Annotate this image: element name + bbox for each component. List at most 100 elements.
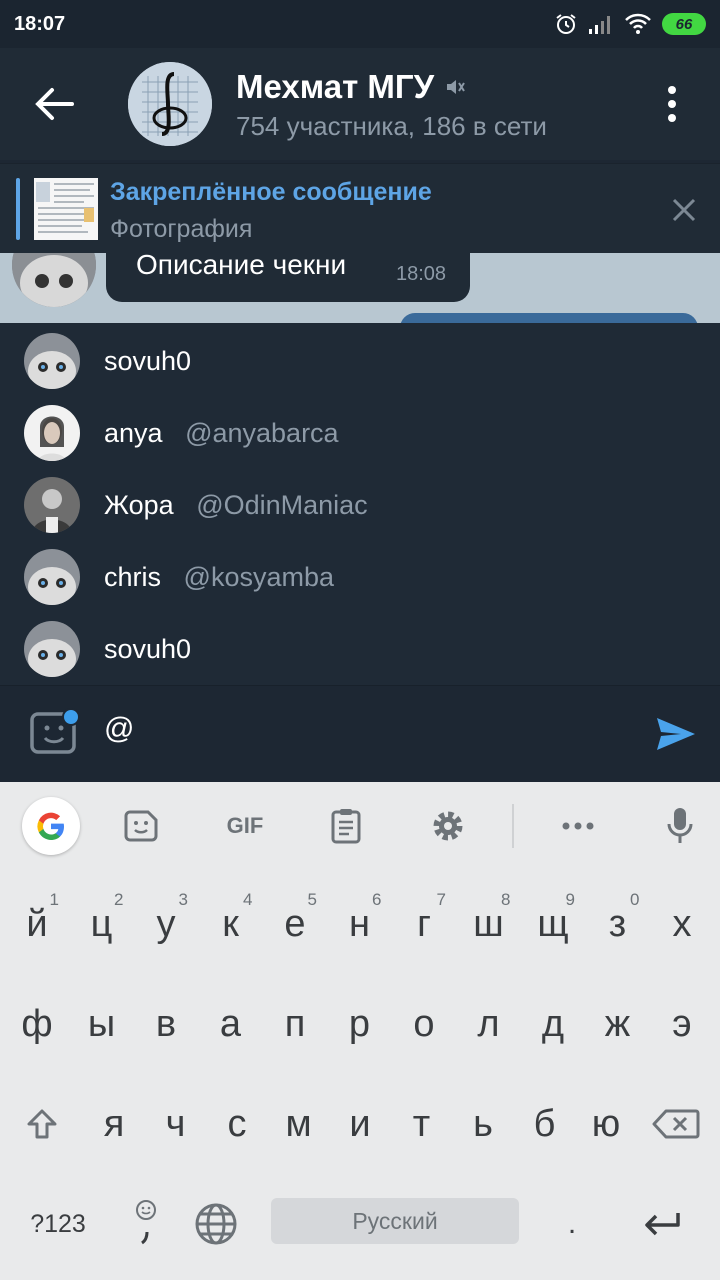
globe-icon[interactable] bbox=[184, 1174, 248, 1274]
key[interactable]: б bbox=[513, 1074, 577, 1174]
mention-name: anya @anyabarca bbox=[104, 417, 339, 448]
key-row-1: й1ц2у3к4е5н6г7ш8щ9з0х bbox=[0, 874, 720, 974]
send-icon[interactable] bbox=[654, 712, 698, 756]
key[interactable]: щ9 bbox=[521, 874, 585, 974]
group-avatar[interactable] bbox=[128, 62, 212, 146]
key[interactable]: з0 bbox=[586, 874, 650, 974]
space-key[interactable]: Русский bbox=[271, 1198, 519, 1244]
user-avatar bbox=[24, 621, 80, 677]
microphone-icon[interactable] bbox=[658, 804, 702, 848]
key-label: н bbox=[349, 902, 370, 945]
pinned-text: Фотография bbox=[110, 215, 253, 243]
shift-key[interactable] bbox=[10, 1074, 74, 1174]
key-hint: 7 bbox=[436, 890, 446, 909]
key[interactable]: р bbox=[328, 974, 392, 1074]
key-label: щ bbox=[537, 902, 569, 945]
pinned-title: Закреплённое сообщение bbox=[110, 178, 432, 206]
key[interactable]: ц2 bbox=[70, 874, 134, 974]
wifi-icon bbox=[625, 13, 651, 34]
battery-icon: 66 bbox=[662, 13, 706, 35]
pinned-thumbnail bbox=[34, 178, 98, 240]
key[interactable]: е5 bbox=[263, 874, 327, 974]
backspace-key[interactable] bbox=[644, 1074, 708, 1174]
key[interactable]: м bbox=[267, 1074, 331, 1174]
more-vertical-icon[interactable] bbox=[650, 82, 694, 126]
key[interactable]: л bbox=[457, 974, 521, 1074]
emoji-comma-key[interactable] bbox=[114, 1174, 178, 1274]
sender-avatar[interactable] bbox=[12, 253, 96, 307]
message-input[interactable]: @ bbox=[104, 712, 134, 746]
key-hint: 4 bbox=[243, 890, 253, 909]
key[interactable]: ш8 bbox=[457, 874, 521, 974]
period-key[interactable]: . bbox=[540, 1174, 604, 1274]
key[interactable]: т bbox=[390, 1074, 454, 1174]
user-avatar bbox=[24, 549, 80, 605]
pinned-message[interactable]: Закреплённое сообщение Фотография bbox=[0, 163, 720, 253]
user-avatar bbox=[24, 333, 80, 389]
key-label: з bbox=[608, 902, 627, 945]
mention-name: chris @kosyamba bbox=[104, 561, 334, 592]
google-icon[interactable] bbox=[22, 797, 80, 855]
key[interactable]: к4 bbox=[199, 874, 263, 974]
back-arrow-icon[interactable] bbox=[30, 82, 80, 126]
chat-subtitle: 754 участника, 186 в сети bbox=[236, 111, 547, 141]
key[interactable]: с bbox=[205, 1074, 269, 1174]
message-bubble[interactable]: Описание чекни 18:08 bbox=[106, 253, 470, 302]
key[interactable]: п bbox=[263, 974, 327, 1074]
mention-item[interactable]: sovuh0 bbox=[0, 325, 720, 397]
key[interactable]: ч bbox=[144, 1074, 208, 1174]
gif-button[interactable]: GIF bbox=[218, 804, 272, 848]
message-time: 18:08 bbox=[396, 263, 447, 285]
settings-gear-icon[interactable] bbox=[426, 804, 470, 848]
status-time: 18:07 bbox=[14, 12, 66, 35]
key[interactable]: а bbox=[199, 974, 263, 1074]
key[interactable]: у3 bbox=[134, 874, 198, 974]
key[interactable]: ы bbox=[70, 974, 134, 1074]
key-hint: 6 bbox=[372, 890, 382, 909]
key-label: к bbox=[222, 902, 239, 945]
key[interactable]: ю bbox=[574, 1074, 638, 1174]
key-hint: 3 bbox=[178, 890, 188, 909]
key[interactable]: в bbox=[134, 974, 198, 1074]
user-avatar bbox=[24, 477, 80, 533]
mention-item[interactable]: chris @kosyamba bbox=[0, 541, 720, 613]
key[interactable]: ф bbox=[5, 974, 69, 1074]
clipboard-icon[interactable] bbox=[324, 804, 368, 848]
mention-item[interactable]: Жора @OdinManiac bbox=[0, 469, 720, 541]
key[interactable]: ж bbox=[586, 974, 650, 1074]
outgoing-message-bubble[interactable] bbox=[400, 313, 698, 323]
muted-icon bbox=[447, 80, 466, 94]
key-label: ц bbox=[90, 902, 113, 945]
more-horizontal-icon[interactable] bbox=[556, 804, 600, 848]
mention-handle: @anyabarca bbox=[185, 417, 339, 448]
key[interactable]: х bbox=[650, 874, 714, 974]
mention-name: sovuh0 bbox=[104, 633, 192, 664]
key[interactable]: д bbox=[521, 974, 585, 1074]
signal-icon bbox=[589, 16, 610, 34]
key-hint: 2 bbox=[114, 890, 124, 909]
enter-key[interactable] bbox=[630, 1174, 694, 1274]
pinned-accent-bar bbox=[16, 178, 20, 240]
key-row-4: ?123 Русский . bbox=[0, 1174, 720, 1274]
key-hint: 1 bbox=[49, 890, 59, 909]
key[interactable]: э bbox=[650, 974, 714, 1074]
sticker-keyboard-icon[interactable] bbox=[120, 804, 164, 848]
mention-suggestions: sovuh0 anya @anyabarca Жора @OdinManiac … bbox=[0, 323, 720, 685]
mention-item[interactable]: sovuh0 bbox=[0, 613, 720, 685]
key[interactable]: г7 bbox=[392, 874, 456, 974]
key[interactable]: н6 bbox=[328, 874, 392, 974]
key[interactable]: и bbox=[328, 1074, 392, 1174]
symbols-key[interactable]: ?123 bbox=[20, 1174, 96, 1274]
chat-title[interactable]: Мехмат МГУ bbox=[236, 68, 466, 106]
chat-title-text: Мехмат МГУ bbox=[236, 68, 435, 105]
mention-item[interactable]: anya @anyabarca bbox=[0, 397, 720, 469]
alarm-icon bbox=[556, 14, 576, 34]
key[interactable]: ь bbox=[451, 1074, 515, 1174]
key[interactable]: я bbox=[82, 1074, 146, 1174]
notification-dot bbox=[62, 708, 80, 726]
mention-name: Жора @OdinManiac bbox=[104, 489, 368, 520]
mention-handle: @kosyamba bbox=[183, 561, 334, 592]
close-icon[interactable] bbox=[670, 196, 698, 224]
key[interactable]: о bbox=[392, 974, 456, 1074]
key[interactable]: й1 bbox=[5, 874, 69, 974]
